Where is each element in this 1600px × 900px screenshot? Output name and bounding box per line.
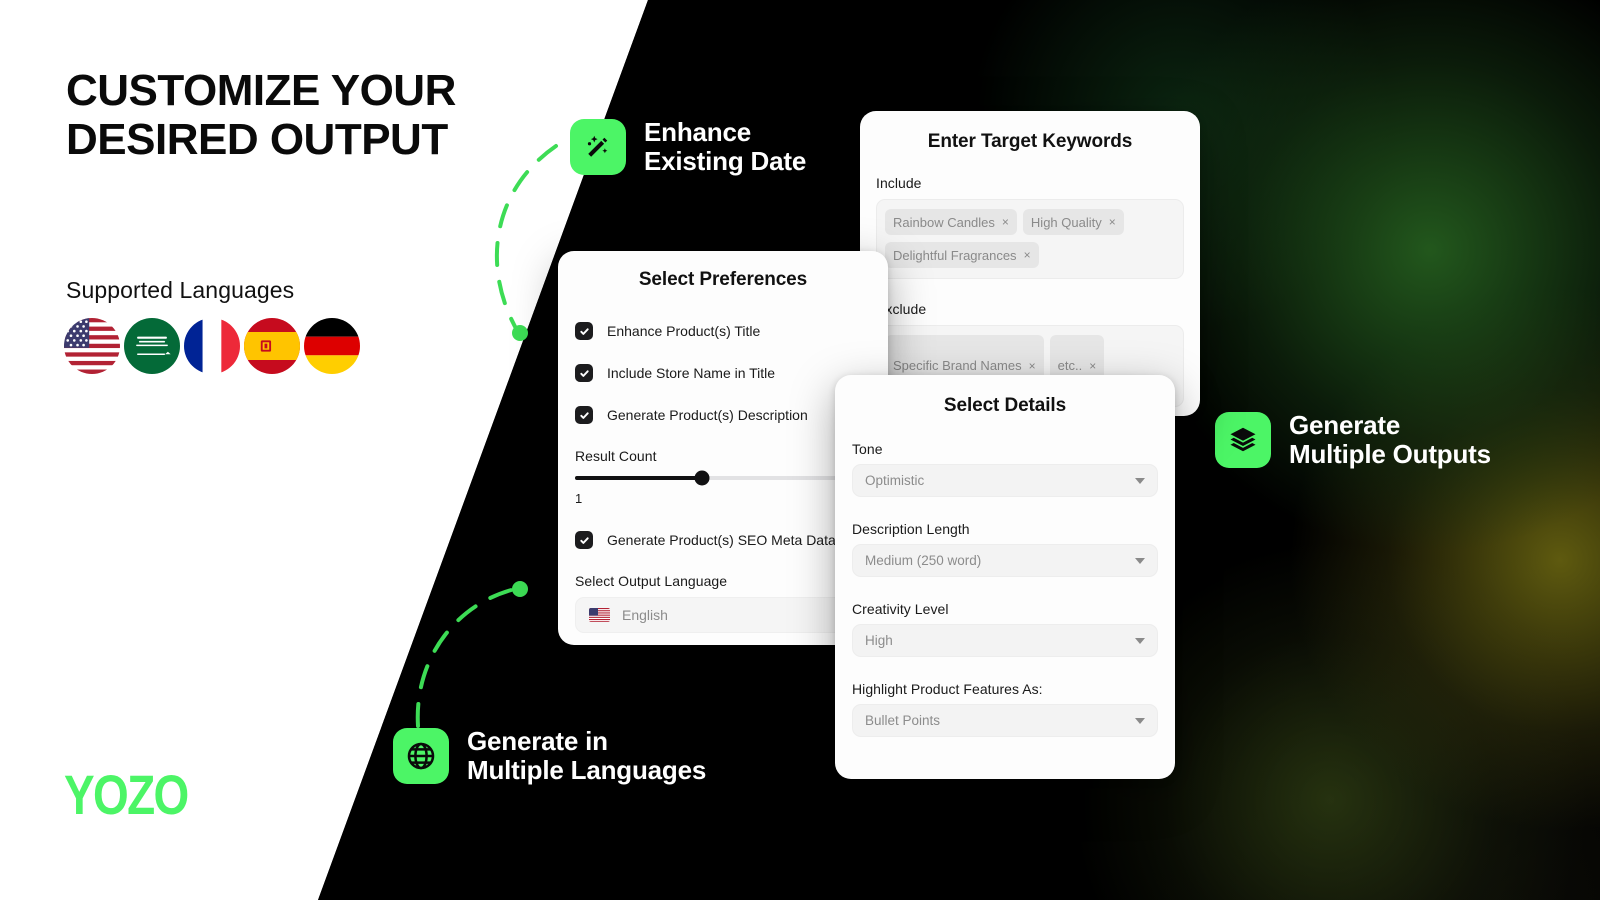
headline-line-2: DESIRED OUTPUT (66, 115, 448, 165)
checkbox-label: Generate Product(s) Description (607, 407, 808, 423)
united-states-flag (64, 318, 120, 374)
germany-flag (304, 318, 360, 374)
output-language-label: Select Output Language (575, 573, 728, 589)
include-label: Include (876, 175, 922, 191)
slider-fill (575, 476, 703, 480)
chevron-down-icon[interactable] (1135, 557, 1145, 564)
preferences-card-title: Select Preferences (638, 269, 808, 290)
checkbox-checked-icon[interactable] (575, 531, 593, 549)
badge-enhance-label: Enhance Existing Date (644, 117, 807, 177)
chip-remove-icon[interactable]: × (1029, 359, 1036, 373)
chip-label: High Quality (1030, 214, 1102, 230)
page-title: CUSTOMIZE YOUR DESIRED OUTPUT (66, 66, 586, 165)
output-language-value: English (622, 607, 668, 623)
checkbox-label: Enhance Product(s) Title (607, 323, 761, 339)
tone-value: Optimistic (865, 473, 925, 488)
chip-include[interactable]: High Quality × (1022, 209, 1124, 235)
checkbox-checked-icon[interactable] (575, 322, 593, 340)
checkbox-label: Include Store Name in Title (607, 365, 776, 381)
badge-generate-multiple-outputs: Generate Multiple Outputs (1215, 410, 1491, 470)
chip-label: Rainbow Candles (893, 214, 995, 230)
badge-outputs-line-2: Multiple Outputs (1289, 439, 1491, 470)
badge-enhance-existing-date: Enhance Existing Date (570, 117, 807, 177)
checkbox-include-store-name[interactable]: Include Store Name in Title (575, 364, 871, 382)
magic-wand-icon (570, 119, 626, 176)
checkbox-generate-description[interactable]: Generate Product(s) Description (575, 406, 871, 424)
checkbox-checked-icon[interactable] (575, 364, 593, 382)
exclude-label: Exclude (876, 301, 927, 317)
tone-select[interactable]: Optimistic (852, 464, 1158, 497)
tone-label: Tone (852, 441, 883, 457)
layers-icon (1215, 412, 1271, 469)
spain-flag (244, 318, 300, 374)
chip-label: Delightful Fragrances (893, 247, 1017, 263)
badge-languages-label: Generate in Multiple Languages (467, 726, 707, 786)
keywords-card-title: Enter Target Keywords (927, 131, 1133, 152)
headline-line-1: CUSTOMIZE YOUR (66, 66, 456, 115)
checkbox-checked-icon[interactable] (575, 406, 593, 424)
details-card-title: Select Details (943, 395, 1067, 416)
highlight-features-select[interactable]: Bullet Points (852, 704, 1158, 737)
chip-label: etc.. (1057, 358, 1083, 373)
supported-languages-flags (64, 318, 360, 374)
result-count-value: 1 (575, 491, 583, 506)
badge-outputs-line-1: Generate (1289, 410, 1401, 440)
chip-label: Specific Brand Names (893, 358, 1022, 373)
checkbox-enhance-title[interactable]: Enhance Product(s) Title (575, 322, 871, 340)
chevron-down-icon[interactable] (1135, 717, 1145, 724)
slider-thumb[interactable] (694, 470, 710, 486)
highlight-features-value: Bullet Points (865, 713, 941, 728)
result-count-label: Result Count (575, 448, 657, 464)
saudi-arabia-flag (124, 318, 180, 374)
creativity-level-label: Creativity Level (852, 601, 949, 617)
badge-languages-line-1: Generate in (467, 726, 608, 756)
chip-remove-icon[interactable]: × (1089, 359, 1096, 373)
creativity-level-value: High (865, 633, 893, 648)
poster-stage: CUSTOMIZE YOUR DESIRED OUTPUT Supported … (0, 0, 1600, 900)
description-length-select[interactable]: Medium (250 word) (852, 544, 1158, 577)
creativity-level-select[interactable]: High (852, 624, 1158, 657)
badge-generate-multiple-languages: Generate in Multiple Languages (393, 726, 707, 786)
card-enter-target-keywords: Enter Target Keywords Include Rainbow Ca… (860, 111, 1200, 416)
description-length-value: Medium (250 word) (865, 553, 982, 568)
highlight-features-label: Highlight Product Features As: (852, 681, 1043, 697)
chip-remove-icon[interactable]: × (1002, 215, 1009, 229)
badge-enhance-line-1: Enhance (644, 117, 751, 147)
result-count-slider[interactable] (575, 470, 871, 486)
badge-languages-line-2: Multiple Languages (467, 755, 707, 786)
globe-icon (393, 728, 449, 785)
chevron-down-icon[interactable] (1135, 477, 1145, 484)
chevron-down-icon[interactable] (1135, 637, 1145, 644)
chip-remove-icon[interactable]: × (1024, 248, 1031, 262)
output-language-select[interactable]: English (575, 597, 871, 633)
card-select-details: Select Details Tone Optimistic Descripti… (835, 375, 1175, 779)
description-length-label: Description Length (852, 521, 970, 537)
chip-include[interactable]: Delightful Fragrances × (885, 242, 1039, 268)
checkbox-label: Generate Product(s) SEO Meta Data (607, 532, 836, 548)
chip-include[interactable]: Rainbow Candles × (885, 209, 1017, 235)
brand-logo: YOZO (64, 763, 189, 826)
united-states-flag (589, 608, 610, 622)
badge-outputs-label: Generate Multiple Outputs (1289, 410, 1491, 470)
chip-remove-icon[interactable]: × (1109, 215, 1116, 229)
badge-enhance-line-2: Existing Date (644, 146, 807, 177)
checkbox-seo-meta-data[interactable]: Generate Product(s) SEO Meta Data (575, 531, 871, 549)
include-chip-input[interactable]: Rainbow Candles × High Quality × Delightfu… (876, 199, 1184, 279)
france-flag (184, 318, 240, 374)
supported-languages-label: Supported Languages (66, 277, 295, 303)
